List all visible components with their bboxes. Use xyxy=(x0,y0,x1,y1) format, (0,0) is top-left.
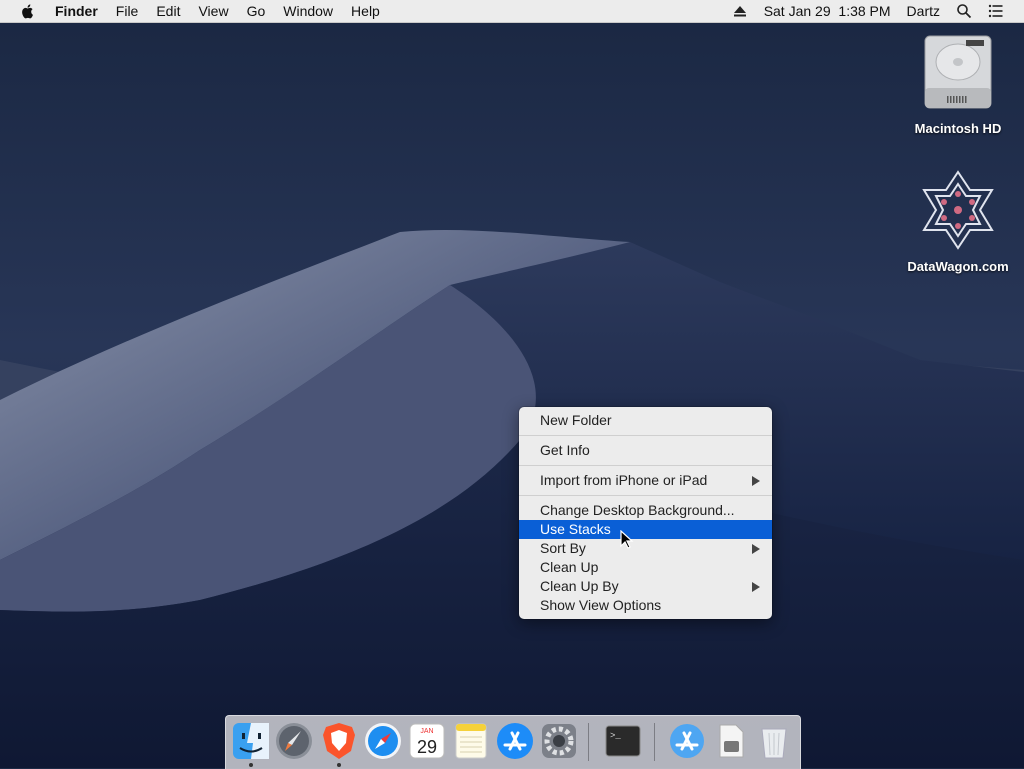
menu-item-clean-up[interactable]: Clean Up xyxy=(519,558,772,577)
menu-item-use-stacks[interactable]: Use Stacks xyxy=(519,520,772,539)
menu-edit[interactable]: Edit xyxy=(147,0,189,22)
apple-icon[interactable] xyxy=(19,2,37,20)
menu-help[interactable]: Help xyxy=(342,0,389,22)
safari-icon[interactable] xyxy=(363,721,403,761)
menu-item-label: Clean Up By xyxy=(540,578,619,594)
running-indicator xyxy=(249,763,253,767)
desktop-wallpaper[interactable] xyxy=(0,0,1024,768)
desktop-icon-label: DataWagon.com xyxy=(907,259,1009,274)
menu-view[interactable]: View xyxy=(189,0,237,22)
menu-item-import-from-iphone[interactable]: Import from iPhone or iPad xyxy=(519,471,772,490)
trash-icon[interactable] xyxy=(754,721,794,761)
menu-separator xyxy=(519,495,772,496)
calendar-icon[interactable]: JAN 29 xyxy=(407,721,447,761)
menu-item-label: Sort By xyxy=(540,540,586,556)
notes-icon[interactable] xyxy=(451,721,491,761)
notification-center-icon[interactable] xyxy=(988,3,1004,19)
running-indicator xyxy=(337,763,341,767)
calendar-month: JAN xyxy=(420,728,433,735)
menu-item-clean-up-by[interactable]: Clean Up By xyxy=(519,577,772,596)
app-store-icon[interactable] xyxy=(495,721,535,761)
applications-folder-icon[interactable] xyxy=(667,721,707,761)
menu-item-label: Import from iPhone or iPad xyxy=(540,472,708,488)
menu-bar: Finder File Edit View Go Window Help Sat… xyxy=(0,0,1024,23)
menu-item-sort-by[interactable]: Sort By xyxy=(519,539,772,558)
menu-separator xyxy=(519,465,772,466)
disk-image-icon xyxy=(922,170,994,250)
mouse-pointer-icon xyxy=(620,530,634,549)
desktop-icon-datawagon[interactable]: DataWagon.com xyxy=(903,170,1013,274)
launchpad-icon[interactable] xyxy=(274,721,314,761)
finder-icon[interactable] xyxy=(231,721,271,761)
desktop-context-menu: New Folder Get Info Import from iPhone o… xyxy=(519,407,772,619)
menu-go[interactable]: Go xyxy=(238,0,275,22)
desktop-icon-macintosh-hd[interactable]: Macintosh HD xyxy=(903,32,1013,136)
spotlight-search-icon[interactable] xyxy=(956,3,972,19)
system-preferences-icon[interactable] xyxy=(539,721,579,761)
menu-item-show-view-options[interactable]: Show View Options xyxy=(519,596,772,615)
menu-window[interactable]: Window xyxy=(274,0,342,22)
menu-file[interactable]: File xyxy=(107,0,148,22)
dock: JAN 29 >_ xyxy=(225,715,801,769)
svg-text:>_: >_ xyxy=(610,731,621,741)
desktop-icon-label: Macintosh HD xyxy=(914,121,1002,136)
terminal-icon[interactable]: >_ xyxy=(603,721,643,761)
downloads-stack-icon[interactable] xyxy=(711,721,751,761)
dock-divider xyxy=(588,723,589,761)
submenu-arrow-icon xyxy=(752,476,760,486)
brave-icon[interactable] xyxy=(319,721,359,761)
submenu-arrow-icon xyxy=(752,544,760,554)
menu-item-new-folder[interactable]: New Folder xyxy=(519,411,772,430)
menu-item-get-info[interactable]: Get Info xyxy=(519,441,772,460)
hard-drive-icon xyxy=(924,35,992,109)
clock-datetime[interactable]: Sat Jan 29 1:38 PM xyxy=(756,0,899,22)
calendar-day: 29 xyxy=(417,737,437,757)
submenu-arrow-icon xyxy=(752,582,760,592)
eject-icon[interactable] xyxy=(732,3,748,19)
menu-item-change-desktop-background[interactable]: Change Desktop Background... xyxy=(519,501,772,520)
dock-divider xyxy=(654,723,655,761)
user-name[interactable]: Dartz xyxy=(899,0,948,22)
menu-separator xyxy=(519,435,772,436)
menu-app-finder[interactable]: Finder xyxy=(55,0,107,22)
